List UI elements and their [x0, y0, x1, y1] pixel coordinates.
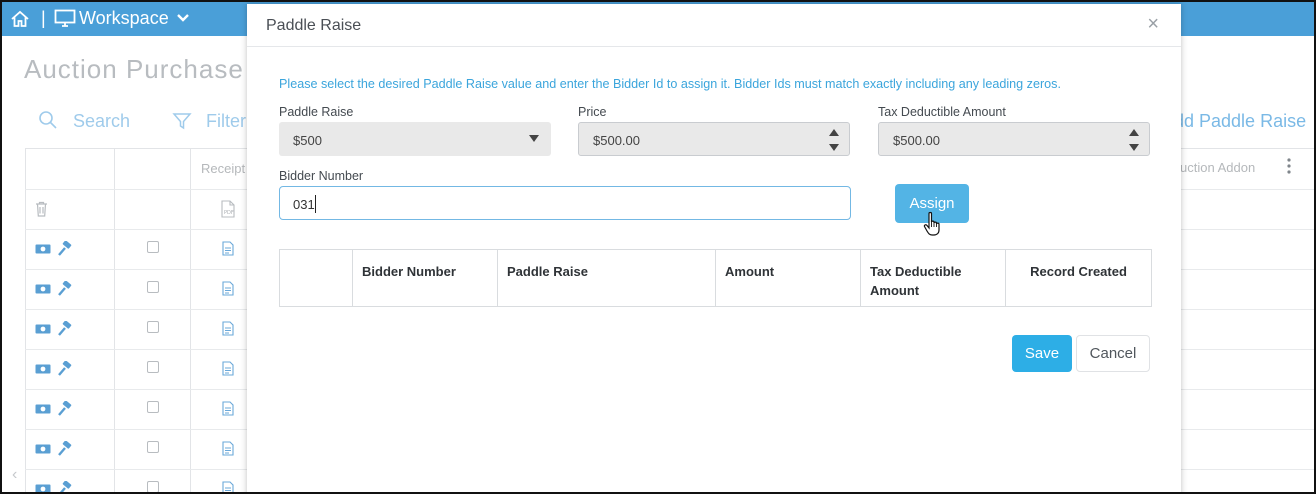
bidder-number-label: Bidder Number	[279, 169, 364, 183]
receipt-icon[interactable]	[222, 481, 234, 494]
more-options-icon[interactable]	[1286, 157, 1292, 175]
search-button[interactable]: Search	[73, 111, 130, 132]
row-checkbox[interactable]	[147, 401, 159, 413]
row-checkbox[interactable]	[147, 241, 159, 253]
page-title: Auction Purchase	[24, 54, 244, 84]
price-label: Price	[578, 105, 607, 119]
spinner-arrows-icon[interactable]	[829, 127, 839, 153]
row-checkbox[interactable]	[147, 321, 159, 333]
gavel-icon[interactable]	[57, 441, 73, 457]
table-row	[25, 269, 247, 310]
save-button[interactable]: Save	[1012, 335, 1072, 372]
filter-icon[interactable]	[172, 111, 192, 131]
instructions-text: Please select the desired Paddle Raise v…	[279, 77, 1061, 91]
tax-deductible-value: $500.00	[893, 133, 940, 148]
row-checkbox[interactable]	[147, 481, 159, 492]
money-icon[interactable]	[35, 363, 51, 375]
price-input[interactable]: $500.00	[578, 122, 850, 156]
row-checkbox[interactable]	[147, 441, 159, 453]
table-row	[25, 389, 247, 430]
gavel-icon[interactable]	[57, 481, 73, 494]
monitor-icon[interactable]	[54, 9, 76, 29]
paddle-raise-label: Paddle Raise	[279, 105, 354, 119]
chevron-down-icon[interactable]	[176, 12, 190, 24]
trash-icon[interactable]	[35, 201, 48, 217]
search-icon[interactable]	[38, 110, 58, 130]
gavel-icon[interactable]	[57, 401, 73, 417]
dropdown-caret-icon	[529, 135, 539, 142]
auction-addon-column-header: uction Addon	[1180, 160, 1256, 175]
receipt-icon[interactable]	[222, 321, 234, 336]
bidder-number-column-header: Bidder Number	[353, 250, 498, 306]
tax-deductible-input[interactable]: $500.00	[878, 122, 1150, 156]
hand-pointer-icon	[923, 211, 940, 236]
row-checkbox[interactable]	[147, 281, 159, 293]
money-icon[interactable]	[35, 323, 51, 335]
table-row	[25, 229, 247, 270]
record-created-column-header: Record Created	[1030, 264, 1127, 279]
workspace-menu[interactable]: Workspace	[79, 8, 169, 29]
money-icon[interactable]	[35, 243, 51, 255]
bidder-number-value: 031	[293, 197, 315, 212]
close-icon[interactable]: ×	[1147, 14, 1159, 34]
tax-deductible-label: Tax Deductible Amount	[878, 105, 1006, 119]
amount-column-header: Amount	[716, 250, 861, 306]
spinner-arrows-icon[interactable]	[1129, 127, 1139, 153]
money-icon[interactable]	[35, 443, 51, 455]
dialog-title: Paddle Raise	[266, 17, 362, 34]
gavel-icon[interactable]	[57, 241, 73, 257]
grid-header-row: Receipt	[25, 149, 247, 190]
receipt-icon[interactable]	[222, 401, 234, 416]
tax-deductible-column-header: Tax Deductible Amount	[861, 250, 1006, 306]
dialog-header: Paddle Raise ×	[247, 4, 1181, 47]
right-grid-header: uction Addon	[1180, 149, 1314, 190]
money-icon[interactable]	[35, 483, 51, 494]
grid-filter-row: PDF	[25, 189, 247, 230]
gavel-icon[interactable]	[57, 361, 73, 377]
receipt-icon[interactable]	[222, 241, 234, 256]
receipt-icon[interactable]	[222, 281, 234, 296]
assignments-table: Bidder Number Paddle Raise Amount Tax De…	[279, 249, 1152, 307]
filter-button[interactable]: Filter	[206, 111, 246, 132]
paddle-raise-select[interactable]: $500	[279, 122, 551, 156]
row-checkbox[interactable]	[147, 361, 159, 373]
money-icon[interactable]	[35, 403, 51, 415]
gavel-icon[interactable]	[57, 281, 73, 297]
receipt-icon[interactable]	[222, 361, 234, 376]
gavel-icon[interactable]	[57, 321, 73, 337]
receipt-column-header: Receipt	[201, 161, 246, 176]
pdf-icon[interactable]: PDF	[220, 200, 236, 218]
text-cursor	[315, 195, 316, 213]
cancel-button[interactable]: Cancel	[1076, 335, 1150, 372]
price-value: $500.00	[593, 133, 640, 148]
table-row	[25, 429, 247, 470]
svg-text:PDF: PDF	[224, 210, 234, 216]
table-row	[25, 309, 247, 350]
money-icon[interactable]	[35, 283, 51, 295]
bidder-number-input[interactable]: 031	[279, 186, 851, 220]
app-frame: | Workspace Auction Purchase Search Filt…	[0, 0, 1316, 494]
purchases-grid: Receipt PDF	[25, 148, 247, 494]
topbar-separator: |	[41, 8, 46, 28]
receipt-icon[interactable]	[222, 441, 234, 456]
home-icon[interactable]	[10, 9, 30, 29]
paddle-raise-value: $500	[293, 133, 322, 148]
paddle-raise-dialog: Paddle Raise × Please select the desired…	[247, 4, 1181, 492]
right-grid: uction Addon	[1180, 148, 1314, 492]
paddle-raise-column-header: Paddle Raise	[498, 250, 716, 306]
table-row	[25, 469, 247, 494]
add-paddle-raise-button[interactable]: dd Paddle Raise	[1174, 111, 1306, 132]
table-header-cell	[280, 250, 353, 306]
table-row	[25, 349, 247, 390]
scroll-left-arrow[interactable]: ‹	[12, 466, 17, 484]
